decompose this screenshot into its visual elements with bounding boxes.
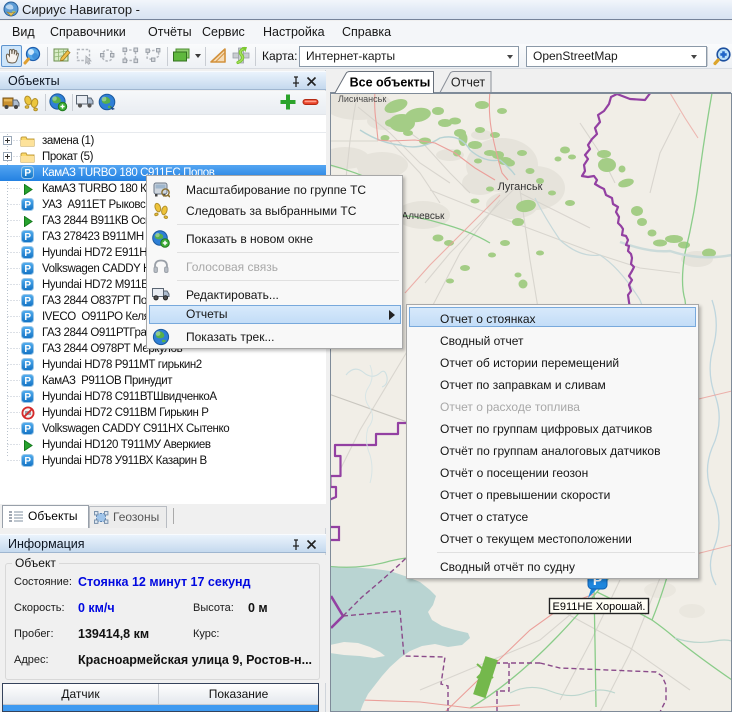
svg-text:Отчет: Отчет (451, 76, 485, 90)
svg-text:Алчевськ: Алчевськ (402, 211, 445, 222)
svg-text:Лисичанськ: Лисичанськ (338, 94, 386, 104)
svg-text:P: P (24, 312, 31, 323)
svg-text:P: P (24, 296, 31, 307)
svg-text:P: P (24, 360, 31, 371)
svg-text:Луганськ: Луганськ (498, 181, 543, 193)
svg-text:P: P (24, 168, 31, 179)
svg-text:P: P (24, 344, 31, 355)
svg-text:P: P (24, 376, 31, 387)
svg-text:P: P (24, 264, 31, 275)
svg-text:P: P (24, 248, 31, 259)
svg-text:P: P (24, 424, 31, 435)
svg-text:P: P (24, 232, 31, 243)
svg-text:P: P (24, 392, 31, 403)
svg-text:Все объекты: Все объекты (350, 76, 431, 90)
svg-text:P: P (24, 200, 31, 211)
svg-text:P: P (24, 456, 31, 467)
svg-text:P: P (24, 280, 31, 291)
svg-text:Е911НЕ Хорошай.: Е911НЕ Хорошай. (553, 601, 646, 613)
svg-text:P: P (24, 328, 31, 339)
